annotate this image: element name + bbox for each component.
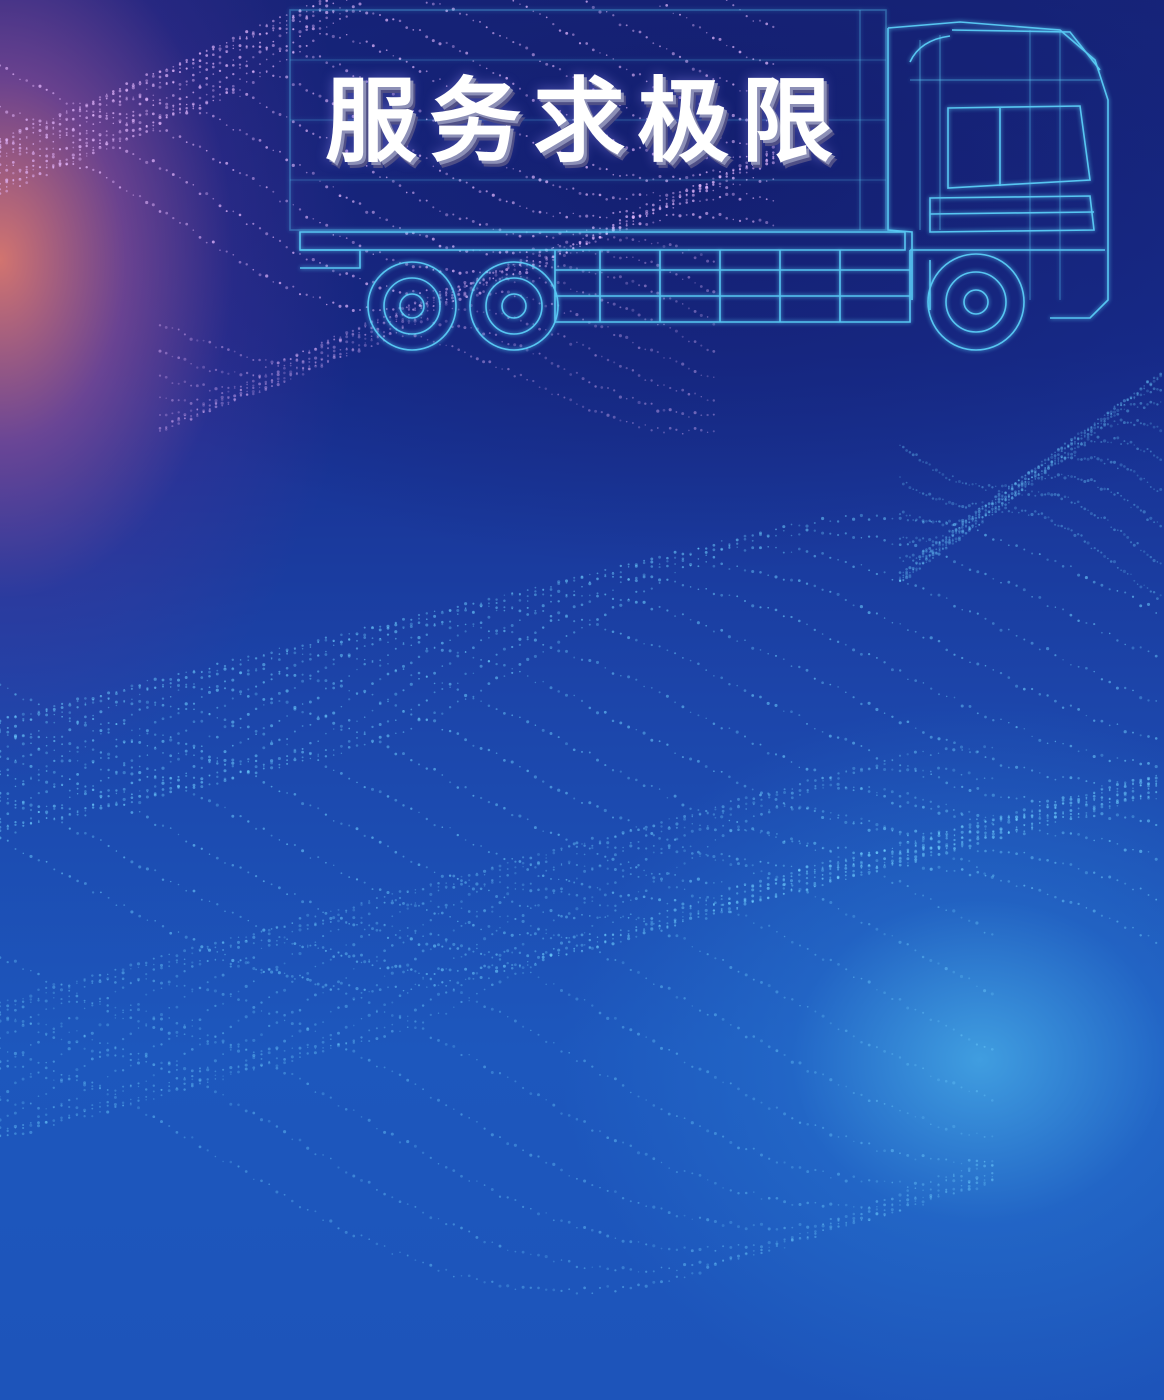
- wheel-rear-1-icon: [367, 261, 457, 351]
- particle-wave-bottom: [0, 372, 1163, 1295]
- wheel-front-icon: [927, 253, 1025, 351]
- background-artwork: [0, 0, 1163, 1295]
- headline-title: 服务求极限: [325, 67, 846, 175]
- poster-canvas: 服务求极限: [0, 0, 1164, 1400]
